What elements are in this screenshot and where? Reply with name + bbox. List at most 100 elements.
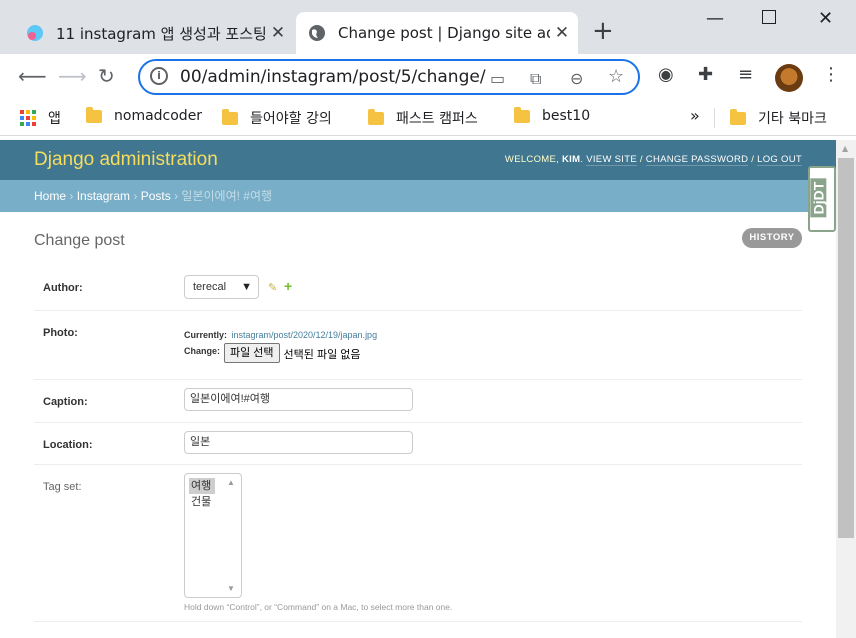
reload-icon[interactable]: ↻ <box>98 64 115 88</box>
page-scrollbar[interactable]: ▲ <box>836 140 856 638</box>
currently-label: Currently: <box>184 330 228 340</box>
add-plus-icon[interactable]: + <box>284 278 292 294</box>
profile-avatar[interactable] <box>775 64 803 92</box>
bookmark-divider <box>714 108 715 128</box>
menu-dots-icon[interactable]: ⋮ <box>822 64 840 85</box>
breadcrumb-current: 일본이에여! #여행 <box>181 189 273 203</box>
address-bar[interactable]: i 00/admin/instagram/post/5/change/ ▭ ⧉ … <box>138 59 640 95</box>
bookmark-apps[interactable]: 앱 <box>20 108 61 128</box>
chevron-down-icon: ▼ <box>241 281 252 293</box>
photo-row: Photo: Currently: instagram/post/2020/12… <box>34 311 802 380</box>
media-queue-icon[interactable]: ≡ <box>738 64 753 85</box>
tag-option[interactable]: 여행 <box>189 478 215 494</box>
bookmark-other[interactable]: 기타 북마크 <box>730 108 827 128</box>
bookmark-folder-lectures[interactable]: 들어야할 강의 <box>222 108 332 128</box>
bookmark-label: nomadcoder <box>114 108 203 124</box>
admin-page: Django administration WELCOME, KIM. VIEW… <box>0 140 836 638</box>
maximize-icon[interactable] <box>762 10 776 24</box>
folder-icon <box>730 108 746 125</box>
cast-icon[interactable]: ▭ <box>490 69 505 88</box>
breadcrumb-model[interactable]: Posts <box>141 189 171 203</box>
location-row: Location: 일본 <box>34 423 802 465</box>
folder-icon <box>368 108 384 125</box>
scroll-up-icon[interactable]: ▲ <box>842 144 848 153</box>
author-label: Author: <box>43 282 83 294</box>
photo-label: Photo: <box>43 327 78 339</box>
breadcrumb-home[interactable]: Home <box>34 189 66 203</box>
page-title: Change post <box>34 232 125 249</box>
folder-icon <box>514 106 530 123</box>
choose-file-button[interactable]: 파일 선택 <box>224 343 280 363</box>
tab-title: Change post | Django site ad <box>338 24 550 42</box>
bookmark-folder-best10[interactable]: best10 <box>514 106 591 124</box>
minimize-icon[interactable]: — <box>706 8 724 29</box>
tab-title: 11 instagram 앱 생성과 포스팅 <box>56 24 266 43</box>
tagset-label: Tag set: <box>43 481 82 493</box>
scrollbar-thumb[interactable] <box>838 158 854 538</box>
help-text: Hold down “Control”, or “Command” on a M… <box>184 602 453 612</box>
bookmark-label: 패스트 캠퍼스 <box>396 111 478 127</box>
folder-icon <box>222 108 238 125</box>
djdt-label: DjDT <box>810 178 827 218</box>
site-brand[interactable]: Django administration <box>34 149 218 171</box>
scroll-down-icon[interactable]: ▼ <box>227 584 235 593</box>
forward-icon[interactable]: ⟶ <box>58 64 87 88</box>
bookmark-star-icon[interactable]: ☆ <box>608 66 624 87</box>
bookmarks-bar: 앱 nomadcoder 들어야할 강의 패스트 캠퍼스 best10 » 기타… <box>0 100 856 136</box>
current-file-link[interactable]: instagram/post/2020/12/19/japan.jpg <box>231 330 377 340</box>
back-icon[interactable]: ⟵ <box>18 64 47 88</box>
caption-row: Caption: 일본이에여!#여행 <box>34 380 802 423</box>
tab-change-post[interactable]: Change post | Django site ad ✕ <box>296 12 578 54</box>
tagset-row: Tag set: 여행 건물 ▲ ▼ Hold down “Control”, … <box>34 465 802 622</box>
caption-label: Caption: <box>43 396 88 408</box>
translate-icon[interactable]: ⧉ <box>530 69 541 89</box>
folder-icon <box>86 106 102 123</box>
history-button[interactable]: HISTORY <box>742 228 802 248</box>
close-tab-icon[interactable]: ✕ <box>550 23 574 43</box>
bookmarks-overflow-button[interactable]: » <box>690 106 700 125</box>
debug-toolbar-handle[interactable]: DjDT <box>808 166 836 232</box>
user-tools: WELCOME, KIM. VIEW SITE / CHANGE PASSWOR… <box>504 154 802 166</box>
audio-extension-icon[interactable]: ◉ <box>658 64 674 85</box>
bookmark-folder-fastcampus[interactable]: 패스트 캠퍼스 <box>368 108 478 128</box>
close-tab-icon[interactable]: ✕ <box>266 23 290 43</box>
scroll-up-icon[interactable]: ▲ <box>227 478 235 487</box>
caption-input[interactable]: 일본이에여!#여행 <box>184 388 413 411</box>
bookmark-label: 들어야할 강의 <box>250 111 332 127</box>
photo-currently: Currently: instagram/post/2020/12/19/jap… <box>184 325 377 343</box>
app-favicon-icon <box>27 25 43 41</box>
multiselect-scrollbar[interactable]: ▲ ▼ <box>225 476 239 595</box>
location-label: Location: <box>43 439 93 451</box>
photo-change: Change: 파일 선택 선택된 파일 없음 <box>184 343 361 363</box>
bookmark-folder-nomadcoder[interactable]: nomadcoder <box>86 106 203 124</box>
tab-strip: 11 instagram 앱 생성과 포스팅 ✕ Change post | D… <box>0 0 856 54</box>
globe-icon <box>309 25 325 41</box>
edit-pencil-icon[interactable]: ✎ <box>268 281 277 294</box>
tagset-multiselect[interactable]: 여행 건물 ▲ ▼ <box>184 473 242 598</box>
author-selected-value: terecal <box>193 281 227 293</box>
change-label: Change: <box>184 346 220 356</box>
new-tab-icon[interactable]: + <box>592 18 614 44</box>
apps-grid-icon <box>20 110 36 126</box>
address-url[interactable]: 00/admin/instagram/post/5/change/ <box>180 67 486 87</box>
file-status: 선택된 파일 없음 <box>283 349 361 361</box>
log-out-link[interactable]: LOG OUT <box>757 154 802 166</box>
bookmark-label: 앱 <box>48 111 61 127</box>
bookmark-label: 기타 북마크 <box>758 111 827 127</box>
author-row: Author: terecal ▼ ✎ + <box>34 265 802 311</box>
breadcrumb-app[interactable]: Instagram <box>77 189 130 203</box>
info-icon[interactable]: i <box>150 67 168 85</box>
tab-instagram[interactable]: 11 instagram 앱 생성과 포스팅 ✕ <box>14 12 294 54</box>
view-site-link[interactable]: VIEW SITE <box>586 154 637 166</box>
welcome-text: WELCOME, <box>504 154 560 165</box>
browser-toolbar: ⟵ ⟶ ↻ i 00/admin/instagram/post/5/change… <box>0 54 856 100</box>
breadcrumb: Home › Instagram › Posts › 일본이에여! #여행 <box>0 180 836 212</box>
close-window-icon[interactable]: ✕ <box>818 8 833 29</box>
extensions-puzzle-icon[interactable]: ✚ <box>698 64 713 85</box>
location-input[interactable]: 일본 <box>184 431 413 454</box>
admin-header: Django administration WELCOME, KIM. VIEW… <box>0 140 836 180</box>
zoom-icon[interactable]: ⊖ <box>570 69 583 88</box>
bookmark-label: best10 <box>542 108 591 124</box>
author-select[interactable]: terecal ▼ <box>184 275 259 299</box>
change-password-link[interactable]: CHANGE PASSWORD <box>645 154 749 166</box>
